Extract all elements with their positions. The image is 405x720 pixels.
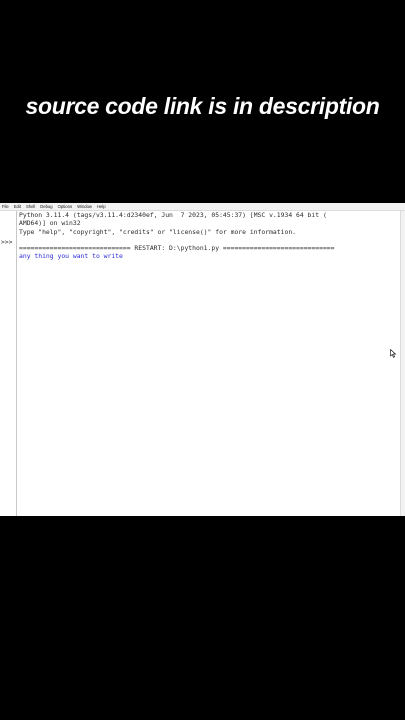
shell-prompt: >>> [1, 238, 13, 246]
shell-text[interactable]: Python 3.11.4 (tags/v3.11.4:d2340ef, Jun… [19, 211, 397, 516]
prompt-gutter: >>> [0, 211, 17, 516]
shell-area[interactable]: >>> Python 3.11.4 (tags/v3.11.4:d2340ef,… [0, 211, 405, 516]
mouse-cursor-icon [390, 349, 397, 358]
menu-bar: File Edit Shell Debug Options Window Hel… [0, 203, 405, 211]
banner-line: Type "help", "copyright", "credits" or "… [19, 227, 297, 236]
idle-shell-window: File Edit Shell Debug Options Window Hel… [0, 203, 405, 516]
menu-window[interactable]: Window [77, 203, 92, 210]
program-output: any thing you want to write [19, 252, 123, 261]
banner-line: AMD64)] on win32 [19, 219, 81, 228]
menu-shell[interactable]: Shell [26, 203, 35, 210]
menu-edit[interactable]: Edit [14, 203, 21, 210]
banner-line: Python 3.11.4 (tags/v3.11.4:d2340ef, Jun… [19, 211, 327, 219]
menu-debug[interactable]: Debug [40, 203, 52, 210]
menu-options[interactable]: Options [58, 203, 72, 210]
menu-file[interactable]: File [2, 203, 9, 210]
menu-help[interactable]: Help [97, 203, 106, 210]
video-caption: source code link is in description [25, 93, 380, 119]
vertical-scrollbar[interactable] [400, 211, 405, 516]
restart-line: ============================= RESTART: D… [19, 244, 335, 253]
